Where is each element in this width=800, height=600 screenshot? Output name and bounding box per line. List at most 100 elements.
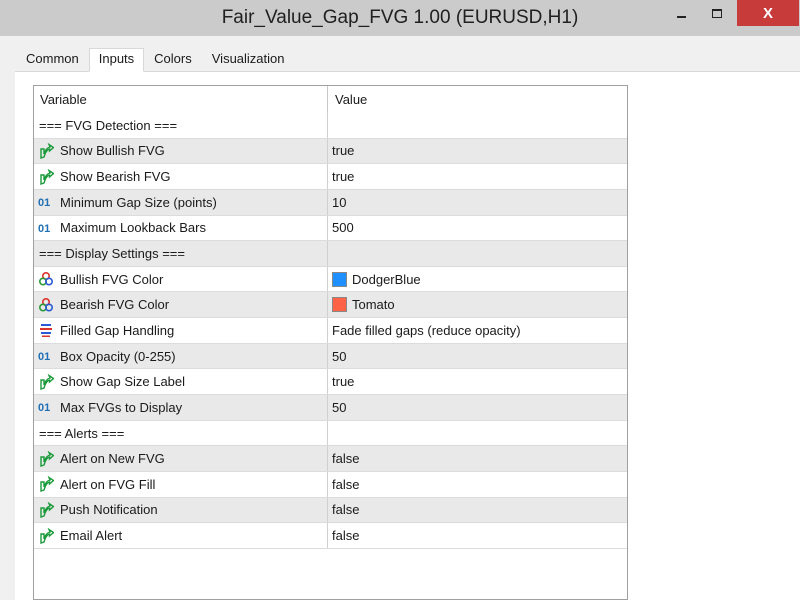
value-cell[interactable]: false — [328, 523, 627, 548]
table-row[interactable]: Show Bearish FVG true — [34, 164, 627, 190]
variable-label: Maximum Lookback Bars — [60, 220, 206, 236]
bool-arrow-icon — [38, 527, 54, 544]
variable-cell: Show Bullish FVG — [34, 138, 328, 164]
variable-cell: 01 Box Opacity (0-255) — [34, 343, 328, 369]
section-row: === Alerts === — [34, 420, 627, 447]
value-cell[interactable]: 50 — [328, 395, 627, 420]
tab-common[interactable]: Common — [16, 48, 89, 72]
table-row[interactable]: 01 Max FVGs to Display 50 — [34, 395, 627, 421]
value-text: false — [332, 451, 360, 467]
variable-cell: Email Alert — [34, 523, 328, 548]
bool-arrow-icon — [38, 450, 54, 467]
svg-text:01: 01 — [38, 402, 50, 414]
variable-label: Minimum Gap Size (points) — [60, 194, 217, 210]
inputs-grid: Variable Value === FVG Detection === Show… — [33, 85, 628, 600]
value-cell[interactable]: 10 — [328, 190, 627, 215]
variable-cell: Alert on FVG Fill — [34, 471, 328, 497]
table-row[interactable]: Push Notification false — [34, 497, 627, 524]
table-row[interactable]: Alert on FVG Fill false — [34, 471, 627, 498]
minimize-icon — [676, 16, 686, 18]
value-cell[interactable]: 50 — [328, 344, 627, 369]
variable-cell: 01 Max FVGs to Display — [34, 395, 328, 420]
bool-arrow-icon — [38, 476, 54, 493]
table-row[interactable]: 01 Maximum Lookback Bars 500 — [34, 215, 627, 242]
tab-strip: Common Inputs Colors Visualization — [16, 48, 295, 72]
table-row[interactable]: Bullish FVG Color DodgerBlue — [34, 266, 627, 293]
variable-cell: === Display Settings === — [34, 241, 328, 266]
column-header-value[interactable]: Value — [328, 86, 627, 113]
variable-label: Show Gap Size Label — [60, 374, 186, 390]
int-icon: 01 — [38, 348, 54, 364]
section-row: === FVG Detection === — [34, 113, 627, 139]
tab-colors[interactable]: Colors — [144, 48, 202, 72]
close-icon: X — [762, 4, 773, 22]
int-icon: 01 — [38, 220, 54, 236]
variable-label: Push Notification — [60, 502, 158, 518]
variable-cell: Alert on New FVG — [34, 446, 328, 471]
table-row[interactable]: Email Alert false — [34, 523, 627, 549]
variable-label: Alert on FVG Fill — [60, 476, 156, 492]
value-cell[interactable]: 500 — [328, 216, 627, 241]
color-icon — [38, 271, 54, 287]
window-titlebar: Fair_Value_Gap_FVG 1.00 (EURUSD,H1) X — [0, 0, 800, 36]
variable-cell: Bearish FVG Color — [34, 292, 328, 318]
table-row[interactable]: Filled Gap Handling Fade filled gaps (red… — [34, 318, 627, 344]
variable-label: Alert on New FVG — [60, 451, 165, 467]
value-cell[interactable]: Fade filled gaps (reduce opacity) — [328, 318, 627, 343]
variable-cell: Show Gap Size Label — [34, 369, 328, 395]
table-row[interactable]: 01 Box Opacity (0-255) 50 — [34, 343, 627, 370]
value-text: false — [332, 502, 360, 518]
table-row[interactable]: Show Bullish FVG true — [34, 138, 627, 165]
value-text: true — [332, 374, 355, 390]
variable-label: Box Opacity (0-255) — [60, 348, 176, 364]
value-text: Tomato — [352, 297, 395, 313]
value-text: true — [332, 169, 355, 185]
variable-cell: Bullish FVG Color — [34, 266, 328, 292]
value-cell[interactable]: false — [328, 446, 627, 471]
svg-text:01: 01 — [38, 197, 50, 209]
svg-text:01: 01 — [38, 223, 50, 235]
color-swatch — [332, 297, 347, 313]
variable-label: === FVG Detection === — [39, 117, 178, 133]
table-row[interactable]: Show Gap Size Label true — [34, 369, 627, 396]
value-cell[interactable]: false — [328, 472, 627, 497]
tab-inputs[interactable]: Inputs — [88, 48, 145, 72]
maximize-icon — [712, 8, 722, 18]
value-cell[interactable]: true — [328, 164, 627, 189]
bool-arrow-icon — [38, 168, 54, 185]
table-row[interactable]: 01 Minimum Gap Size (points) 10 — [34, 189, 627, 216]
tab-visualization[interactable]: Visualization — [202, 48, 295, 72]
color-swatch — [332, 271, 347, 287]
value-cell[interactable]: false — [328, 498, 627, 523]
variable-cell: Show Bearish FVG — [34, 164, 328, 189]
column-header-variable[interactable]: Variable — [34, 86, 328, 113]
value-cell[interactable]: Tomato — [328, 292, 627, 317]
value-text: true — [332, 143, 355, 159]
minimize-button[interactable] — [667, 2, 695, 24]
variable-cell: 01 Maximum Lookback Bars — [34, 215, 328, 241]
table-row[interactable]: Bearish FVG Color Tomato — [34, 292, 627, 319]
value-cell[interactable]: true — [328, 369, 627, 394]
value-cell[interactable]: DodgerBlue — [328, 267, 627, 292]
value-text: false — [332, 476, 360, 492]
variable-label: === Display Settings === — [39, 246, 185, 262]
table-row[interactable]: Alert on New FVG false — [34, 446, 627, 472]
value-cell — [328, 241, 627, 266]
maximize-button[interactable] — [703, 2, 731, 24]
variable-label: Show Bearish FVG — [60, 169, 171, 185]
grid-header: Variable Value — [34, 86, 627, 113]
variable-label: === Alerts === — [39, 425, 125, 441]
value-text: 10 — [332, 194, 347, 210]
variable-label: Bearish FVG Color — [60, 297, 170, 313]
value-text: false — [332, 528, 360, 544]
grid-rows: === FVG Detection === Show Bullish FVG tru… — [34, 113, 627, 549]
section-row: === Display Settings === — [34, 241, 627, 267]
variable-cell: Push Notification — [34, 497, 328, 523]
enum-icon — [38, 322, 54, 338]
value-text: 50 — [332, 348, 347, 364]
value-text: DodgerBlue — [352, 271, 421, 287]
value-cell[interactable]: true — [328, 139, 627, 164]
close-button[interactable]: X — [737, 0, 799, 26]
value-text: 500 — [332, 220, 354, 236]
bool-arrow-icon — [38, 142, 54, 159]
